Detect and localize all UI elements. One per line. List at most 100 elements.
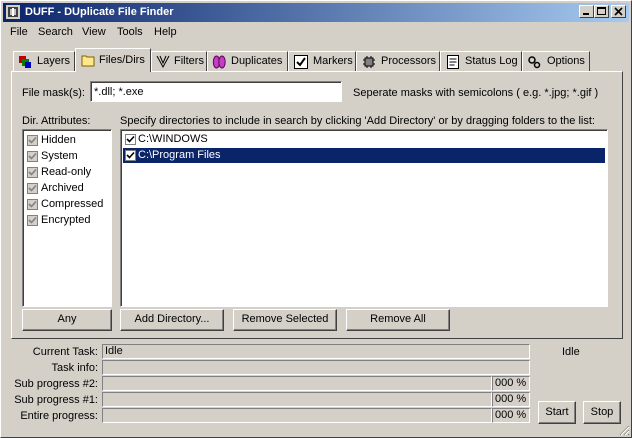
file-mask-input[interactable]: *.dll; *.exe xyxy=(90,81,342,102)
file-mask-value: *.dll; *.exe xyxy=(94,86,144,98)
check-icon xyxy=(28,136,37,144)
attribute-label: Encrypted xyxy=(41,214,91,226)
maximize-icon xyxy=(597,7,606,15)
stop-button[interactable]: Stop xyxy=(583,401,621,424)
remove-selected-button[interactable]: Remove Selected xyxy=(233,309,337,331)
title-bar[interactable]: DUFF - DUplicate File Finder xyxy=(3,3,629,22)
task-info-field xyxy=(102,360,530,375)
entire-progress-percent-box: 000 % xyxy=(492,408,530,423)
attribute-label: Archived xyxy=(41,182,84,194)
tab-filters[interactable]: Filters xyxy=(151,51,207,71)
tab-label: Status Log xyxy=(465,55,518,67)
maximize-button[interactable] xyxy=(594,5,609,18)
close-button[interactable] xyxy=(611,5,626,18)
remove-all-button[interactable]: Remove All xyxy=(346,309,450,331)
tab-label: Layers xyxy=(37,55,71,67)
attribute-checkbox[interactable] xyxy=(27,151,38,162)
duplicates-icon xyxy=(212,55,226,69)
dir-attributes-label: Dir. Attributes: xyxy=(22,115,91,127)
attribute-encrypted[interactable]: Encrypted xyxy=(27,214,109,228)
directory-checkbox[interactable] xyxy=(125,150,136,161)
check-icon xyxy=(28,184,37,192)
sub-progress-2-bar xyxy=(102,376,492,391)
menu-help[interactable]: Help xyxy=(154,26,177,38)
start-button[interactable]: Start xyxy=(538,401,576,424)
menu-search[interactable]: Search xyxy=(38,26,73,38)
entire-progress-percent: 000 % xyxy=(495,409,527,421)
check-icon xyxy=(28,200,37,208)
attribute-label: Hidden xyxy=(41,134,76,146)
menu-file[interactable]: File xyxy=(10,26,28,38)
close-icon xyxy=(614,7,623,16)
sub-progress-2-percent-box: 000 % xyxy=(492,376,530,391)
current-task-value: Idle xyxy=(105,345,123,357)
entire-progress-label: Entire progress: xyxy=(20,410,98,422)
task-info-label: Task info: xyxy=(51,362,98,374)
attribute-read-only[interactable]: Read-only xyxy=(27,166,109,180)
minimize-button[interactable] xyxy=(579,5,594,18)
layers-icon xyxy=(19,56,31,68)
sub-progress-1-percent: 000 % xyxy=(495,393,527,405)
attribute-label: System xyxy=(41,150,78,162)
minimize-icon xyxy=(583,13,589,15)
check-icon xyxy=(126,135,135,143)
attribute-checkbox[interactable] xyxy=(27,215,38,226)
attribute-checkbox[interactable] xyxy=(27,167,38,178)
attribute-label: Read-only xyxy=(41,166,92,178)
attribute-checkbox[interactable] xyxy=(27,199,38,210)
directory-list[interactable]: C:\WINDOWS C:\Program Files xyxy=(120,129,608,307)
check-icon xyxy=(28,216,37,224)
file-mask-hint: Seperate masks with semicolons ( e.g. *.… xyxy=(353,87,599,99)
check-icon xyxy=(28,152,37,160)
tab-label: Files/Dirs xyxy=(99,54,145,66)
directories-label: Specify directories to include in search… xyxy=(120,115,595,127)
current-task-field: Idle xyxy=(102,344,530,359)
attribute-system[interactable]: System xyxy=(27,150,109,164)
attribute-checkbox[interactable] xyxy=(27,183,38,194)
tab-label: Options xyxy=(547,55,585,67)
directory-item[interactable]: C:\WINDOWS xyxy=(123,132,605,147)
options-icon xyxy=(528,56,541,69)
attribute-archived[interactable]: Archived xyxy=(27,182,109,196)
processor-icon xyxy=(363,56,375,68)
entire-progress-bar xyxy=(102,408,492,423)
status-state: Idle xyxy=(562,346,580,358)
any-button[interactable]: Any xyxy=(22,309,112,331)
tab-label: Processors xyxy=(381,55,437,67)
directory-path: C:\Program Files xyxy=(138,149,221,161)
tab-status-log[interactable]: Status Log xyxy=(440,51,522,71)
file-mask-label: File mask(s): xyxy=(22,87,85,99)
sub-progress-1-percent-box: 000 % xyxy=(492,392,530,407)
resize-grip-icon[interactable] xyxy=(618,424,630,436)
check-icon xyxy=(126,151,135,159)
files-dirs-panel: File mask(s): *.dll; *.exe Seperate mask… xyxy=(11,71,623,339)
tab-processors[interactable]: Processors xyxy=(356,51,440,71)
attribute-label: Compressed xyxy=(41,198,104,210)
folder-icon xyxy=(81,55,95,67)
sub-progress-2-label: Sub progress #2: xyxy=(14,378,98,390)
tab-options[interactable]: Options xyxy=(522,51,590,71)
tab-label: Filters xyxy=(174,55,204,67)
dir-attributes-list: Hidden System Read-only Archived Compres… xyxy=(22,129,112,307)
menu-tools[interactable]: Tools xyxy=(117,26,143,38)
directory-item-selected[interactable]: C:\Program Files xyxy=(123,148,605,163)
attribute-compressed[interactable]: Compressed xyxy=(27,198,109,212)
tab-markers[interactable]: Markers xyxy=(288,51,356,71)
filter-icon xyxy=(156,55,170,69)
tab-files-dirs[interactable]: Files/Dirs xyxy=(75,48,151,72)
app-icon xyxy=(6,5,20,19)
attribute-checkbox[interactable] xyxy=(27,135,38,146)
check-icon xyxy=(28,168,37,176)
sub-progress-1-bar xyxy=(102,392,492,407)
add-directory-button[interactable]: Add Directory... xyxy=(120,309,224,331)
tab-layers[interactable]: Layers xyxy=(13,51,75,71)
attribute-hidden[interactable]: Hidden xyxy=(27,134,109,148)
tab-duplicates[interactable]: Duplicates xyxy=(207,51,288,71)
checkbox-icon xyxy=(294,55,308,69)
tab-label: Duplicates xyxy=(231,55,283,67)
sub-progress-2-percent: 000 % xyxy=(495,377,527,389)
menu-view[interactable]: View xyxy=(82,26,106,38)
tab-label: Markers xyxy=(313,55,353,67)
directory-checkbox[interactable] xyxy=(125,134,136,145)
sub-progress-1-label: Sub progress #1: xyxy=(14,394,98,406)
